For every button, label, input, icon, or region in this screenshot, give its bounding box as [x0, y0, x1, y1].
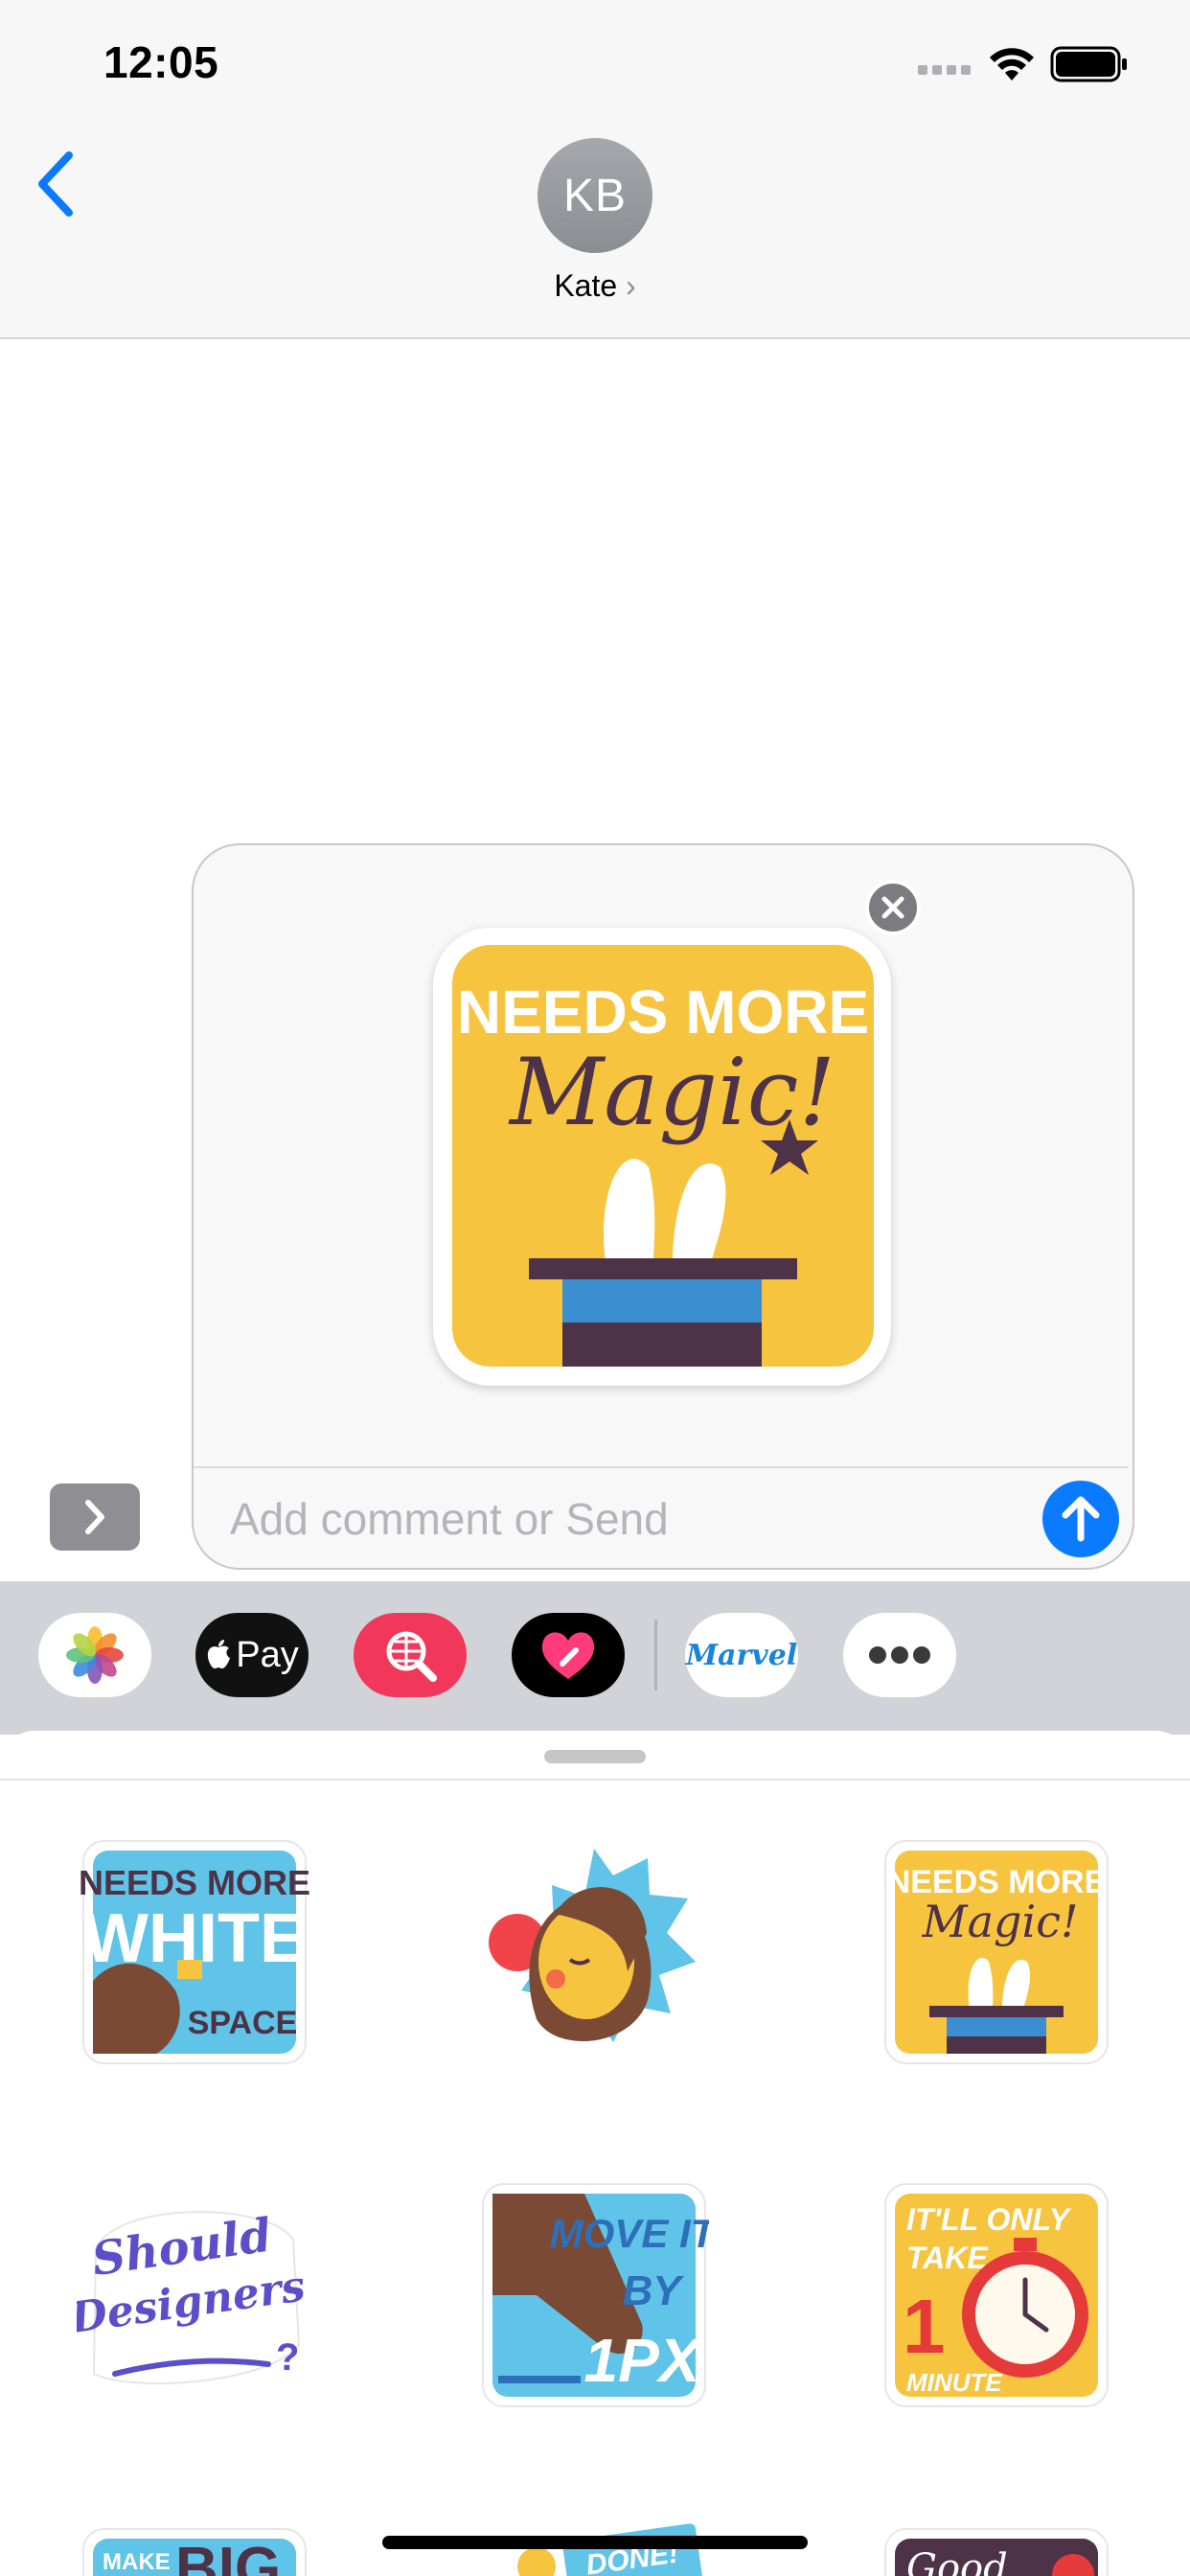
sticker-text: MAKE: [103, 2549, 171, 2575]
sticker-needs-more-magic[interactable]: NEEDS MORE Magic!: [881, 1837, 1111, 2067]
message-input[interactable]: Add comment or Send: [230, 1493, 669, 1545]
selected-sticker[interactable]: NEEDS MORE Magic!: [433, 928, 891, 1386]
digital-touch-app-button[interactable]: [512, 1613, 625, 1697]
sticker-text: NEEDS MORE: [80, 1863, 309, 1902]
sticker-text: BY: [622, 2267, 684, 2314]
more-apps-button[interactable]: [843, 1613, 956, 1697]
sticker-needs-more-white-space[interactable]: NEEDS MORE WHITE SPACE: [80, 1837, 309, 2067]
magic-hat-sticker: NEEDS MORE Magic!: [452, 945, 874, 1367]
sticker-itll-only-take-1-minute[interactable]: IT'LL ONLY TAKE 1 MINUTE: [881, 2180, 1111, 2410]
apple-pay-app-button[interactable]: Pay: [195, 1613, 309, 1697]
compose-divider: [194, 1466, 1129, 1468]
sticker-text: Magic!: [922, 1896, 1079, 1947]
sticker-move-it-by-1px[interactable]: MOVE IT BY 1PX: [479, 2180, 709, 2410]
remove-sticker-button[interactable]: [865, 880, 921, 935]
sticker-text-1: NEEDS MORE: [457, 978, 869, 1046]
home-indicator[interactable]: [382, 2536, 808, 2549]
app-drawer-separator: [654, 1620, 657, 1690]
sticker-text: MOVE IT: [550, 2211, 709, 2256]
more-icon: [869, 1646, 930, 1664]
contact-name-button[interactable]: Kate ›: [498, 268, 692, 304]
arrow-up-icon: [1062, 1496, 1100, 1542]
send-button[interactable]: [1042, 1481, 1119, 1557]
apple-pay-label: Pay: [236, 1634, 299, 1675]
sticker-text: TAKE: [906, 2241, 989, 2275]
wifi-icon: [990, 48, 1034, 80]
back-chevron-icon[interactable]: [34, 150, 77, 218]
panel-divider: [0, 1779, 1190, 1781]
contact-avatar[interactable]: KB: [538, 138, 652, 253]
sticker-good[interactable]: Good: [881, 2525, 1111, 2576]
chevron-right-icon: ›: [626, 268, 636, 303]
sticker-text: IT'LL ONLY: [906, 2202, 1072, 2237]
battery-icon: [1050, 46, 1127, 82]
apple-logo-icon: [208, 1640, 231, 1668]
sticker-text: MINUTE: [906, 2368, 1002, 2397]
close-icon: [881, 896, 904, 919]
sticker-make-big[interactable]: MAKE BIG: [80, 2525, 309, 2576]
globe-search-icon: [386, 1631, 437, 1682]
sticker-text: SPACE: [188, 2005, 298, 2041]
photos-app-button[interactable]: [38, 1613, 151, 1697]
contact-name: Kate: [554, 268, 618, 303]
photos-icon: [66, 1626, 124, 1684]
image-search-app-button[interactable]: [354, 1613, 467, 1697]
sticker-text: BIG: [175, 2536, 281, 2576]
sticker-text: 1PX: [584, 2326, 703, 2395]
heart-icon: [541, 1632, 595, 1679]
sticker-text: 1: [903, 2284, 946, 2369]
expand-apps-button[interactable]: [50, 1484, 140, 1551]
marvel-label: Marvel: [685, 1638, 798, 1672]
sticker-should-designers[interactable]: Should Designers ?: [77, 2182, 307, 2412]
cellular-signal-icon: [918, 65, 971, 75]
marvel-app-button[interactable]: Marvel: [685, 1613, 798, 1697]
sticker-facepalm[interactable]: [479, 1837, 709, 2067]
status-time: 12:05: [103, 37, 219, 87]
chevron-right-icon: [85, 1500, 104, 1534]
sticker-text: Good: [906, 2546, 1008, 2576]
sticker-text: ?: [276, 2336, 299, 2379]
panel-grabber[interactable]: [544, 1750, 646, 1763]
